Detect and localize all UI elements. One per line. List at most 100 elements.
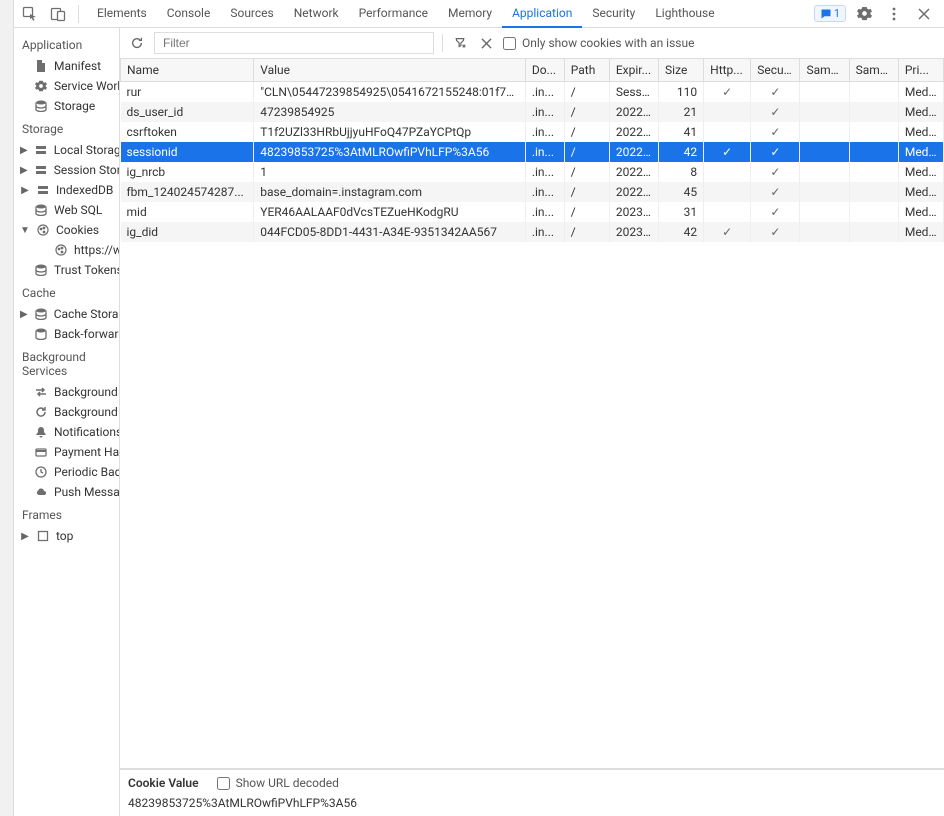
sidebar-item[interactable]: ▶Cache Storage <box>14 304 119 324</box>
sidebar-section-title: Application <box>14 32 119 56</box>
cell-secure <box>751 182 800 202</box>
sidebar-item[interactable]: Web SQL <box>14 200 119 220</box>
column-header[interactable]: Size <box>659 59 704 82</box>
cell-value: 48239853725%3AtMLROwfiPVhLFP%3A56 <box>254 142 526 162</box>
clock-icon <box>34 465 48 479</box>
sidebar-item[interactable]: Notifications <box>14 422 119 442</box>
refresh-icon[interactable] <box>128 34 146 52</box>
cell-size: 41 <box>659 122 704 142</box>
cell-path: / <box>564 202 609 222</box>
only-issues-checkbox[interactable]: Only show cookies with an issue <box>503 36 694 50</box>
cell-secure <box>751 122 800 142</box>
sidebar-item-label: Session Storage <box>54 163 120 177</box>
sidebar-item[interactable]: ▶Session Storage <box>14 160 119 180</box>
cell-value: base_domain=.instagram.com <box>254 182 526 202</box>
cell-http <box>704 122 751 142</box>
sidebar-item-label: Cache Storage <box>54 307 120 321</box>
back-icon <box>34 327 48 341</box>
column-header[interactable]: Expir... <box>609 59 658 82</box>
sidebar-item[interactable]: ▶IndexedDB <box>14 180 119 200</box>
panel-tab-elements[interactable]: Elements <box>87 0 157 28</box>
sidebar-item-label: Cookies <box>56 223 99 237</box>
sync-icon <box>34 405 48 419</box>
table-row[interactable]: fbm_124024574287...base_domain=.instagra… <box>121 182 944 202</box>
panel-tab-security[interactable]: Security <box>582 0 645 28</box>
cell-secure <box>751 142 800 162</box>
table-row[interactable]: rur"CLN\05447239854925\0541672155248:01f… <box>121 82 944 103</box>
sidebar-item[interactable]: Push Messaging <box>14 482 119 502</box>
panel-tab-application[interactable]: Application <box>502 0 582 28</box>
cell-domain: .in... <box>525 202 564 222</box>
cell-path: / <box>564 142 609 162</box>
db-icon <box>34 99 48 113</box>
panel-tab-console[interactable]: Console <box>157 0 221 28</box>
sidebar-section-title: Storage <box>14 116 119 140</box>
more-menu-icon[interactable] <box>882 2 906 26</box>
sidebar-item[interactable]: ▼Cookies <box>14 220 119 240</box>
table-row[interactable]: ds_user_id47239854925.in.../2022...21Med… <box>121 102 944 122</box>
sidebar-item[interactable]: Back-forward Cache <box>14 324 119 344</box>
sidebar-item-label: Storage <box>54 99 95 113</box>
close-devtools-icon[interactable] <box>912 2 936 26</box>
clear-icon[interactable] <box>477 34 495 52</box>
cell-domain: .in... <box>525 82 564 103</box>
sidebar-item[interactable]: ▶top <box>14 526 119 546</box>
sidebar-item[interactable]: Storage <box>14 96 119 116</box>
cell-path: / <box>564 162 609 182</box>
cell-expires: 2022... <box>609 102 658 122</box>
filter-input[interactable] <box>154 32 434 54</box>
panel-tabs: ElementsConsoleSourcesNetworkPerformance… <box>87 0 810 28</box>
show-url-decoded-label: Show URL decoded <box>236 776 339 790</box>
issues-badge[interactable]: 1 <box>814 5 846 22</box>
cell-sameparty <box>849 102 898 122</box>
column-header[interactable]: Value <box>254 59 526 82</box>
settings-gear-icon[interactable] <box>852 2 876 26</box>
cell-sameparty <box>849 222 898 242</box>
sidebar-item-label: https://www.instagram.com <box>74 243 120 257</box>
show-url-decoded-checkbox[interactable]: Show URL decoded <box>217 776 339 790</box>
sidebar-item[interactable]: ▶Local Storage <box>14 140 119 160</box>
cell-value: 044FCD05-8DD1-4431-A34E-9351342AA567 <box>254 222 526 242</box>
column-header[interactable]: Http... <box>704 59 751 82</box>
clear-filter-icon[interactable] <box>451 34 469 52</box>
sidebar-item[interactable]: Manifest <box>14 56 119 76</box>
sidebar-item[interactable]: Trust Tokens <box>14 260 119 280</box>
db-icon <box>34 307 48 321</box>
sidebar-item[interactable]: Background Sync <box>14 402 119 422</box>
cell-path: / <box>564 122 609 142</box>
sidebar-item[interactable]: Payment Handler <box>14 442 119 462</box>
db-icon <box>34 203 48 217</box>
panel-tab-memory[interactable]: Memory <box>438 0 502 28</box>
local-icon <box>34 163 48 177</box>
column-header[interactable]: Secure <box>751 59 800 82</box>
panel-tab-sources[interactable]: Sources <box>220 0 283 28</box>
cell-value: "CLN\05447239854925\0541672155248:01f7c.… <box>254 82 526 103</box>
panel-tab-performance[interactable]: Performance <box>349 0 438 28</box>
column-header[interactable]: Path <box>564 59 609 82</box>
sidebar-item[interactable]: https://www.instagram.com <box>14 240 119 260</box>
cookies-table: NameValueDo...PathExpir...SizeHttp...Sec… <box>120 59 944 242</box>
column-header[interactable]: Name <box>121 59 254 82</box>
chevron-right-icon: ▶ <box>20 531 30 542</box>
column-header[interactable]: Do... <box>525 59 564 82</box>
sidebar-item-label: Web SQL <box>54 203 102 217</box>
table-row[interactable]: csrftokenT1f2UZl33HRbUjjyuHFoQ47PZaYCPtQ… <box>121 122 944 142</box>
panel-tab-lighthouse[interactable]: Lighthouse <box>645 0 724 28</box>
table-row[interactable]: midYER46AALAAF0dVcsTEZueHKodgRU.in.../20… <box>121 202 944 222</box>
cell-pri: Medi... <box>898 202 943 222</box>
inspect-element-icon[interactable] <box>18 2 42 26</box>
table-header-row: NameValueDo...PathExpir...SizeHttp...Sec… <box>121 59 944 82</box>
panel-tab-network[interactable]: Network <box>284 0 349 28</box>
device-toolbar-icon[interactable] <box>46 2 70 26</box>
sidebar-item[interactable]: Service Workers <box>14 76 119 96</box>
sidebar-item[interactable]: Periodic Background Sync <box>14 462 119 482</box>
column-header[interactable]: Pri... <box>898 59 943 82</box>
sidebar-item[interactable]: Background Fetch <box>14 382 119 402</box>
cookie-icon <box>54 243 68 257</box>
table-row[interactable]: ig_did044FCD05-8DD1-4431-A34E-9351342AA5… <box>121 222 944 242</box>
cell-expires: 2022... <box>609 162 658 182</box>
table-row[interactable]: ig_nrcb1.in.../2022...8Medi... <box>121 162 944 182</box>
table-row[interactable]: sessionid48239853725%3AtMLROwfiPVhLFP%3A… <box>121 142 944 162</box>
column-header[interactable]: Same... <box>800 59 849 82</box>
column-header[interactable]: Same... <box>849 59 898 82</box>
